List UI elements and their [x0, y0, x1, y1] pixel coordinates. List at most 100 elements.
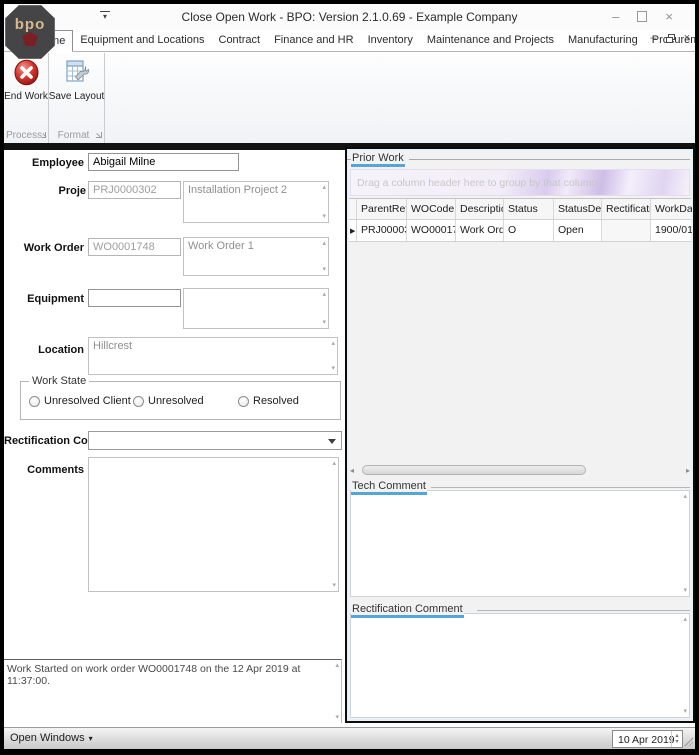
scroll-up-icon[interactable]: ▴: [322, 184, 326, 191]
employee-label: Employee: [32, 157, 84, 169]
col-workdate[interactable]: WorkDate: [651, 199, 692, 219]
tab-finance-and-hr[interactable]: Finance and HR: [267, 30, 361, 52]
scroll-down-icon[interactable]: ▾: [332, 582, 336, 589]
comments-textarea[interactable]: ▴ ▾: [88, 457, 339, 592]
process-dialog-launcher-icon[interactable]: [42, 132, 46, 138]
end-work-button[interactable]: End Work: [4, 59, 48, 102]
mdi-close-button[interactable]: ×: [684, 33, 690, 44]
scroll-up-icon[interactable]: ▴: [322, 240, 326, 247]
col-wocode[interactable]: WOCode: [407, 199, 456, 219]
date-spinner: ▴ ▾: [671, 731, 682, 747]
scroll-down-icon[interactable]: ▾: [322, 319, 326, 326]
work-order-label: Work Order: [23, 242, 84, 254]
close-button[interactable]: ×: [665, 10, 673, 23]
logo-emblem: [22, 32, 38, 46]
scroll-down-icon[interactable]: ▾: [322, 213, 326, 220]
project-code-input[interactable]: PRJ0000302: [88, 181, 181, 199]
radio-unresolved-client[interactable]: Unresolved Client: [29, 395, 131, 407]
col-status[interactable]: Status: [504, 199, 554, 219]
work-state-label: Work State: [29, 375, 90, 387]
mdi-restore-button[interactable]: [665, 34, 675, 43]
scroll-down-icon[interactable]: ▾: [331, 365, 335, 372]
scroll-up-icon[interactable]: ▴: [683, 493, 687, 500]
grid-group-by-bar[interactable]: Drag a column header here to group by th…: [350, 169, 690, 196]
radio-label: Unresolved: [148, 395, 204, 407]
date-field[interactable]: 10 Apr 2019 ▴ ▾: [612, 730, 683, 748]
cell-status: O: [504, 220, 554, 241]
location-box[interactable]: Hillcrest ▴ ▾: [88, 337, 338, 375]
logo-text: bpo: [14, 16, 46, 33]
work-order-description-box[interactable]: Work Order 1 ▴ ▾: [183, 237, 329, 276]
tab-manufacturing[interactable]: Manufacturing: [561, 30, 645, 52]
mdi-minimize-button[interactable]: –: [650, 33, 656, 44]
ribbon-group-process: End Work Process: [4, 53, 49, 143]
status-bar: Open Windows ▾ 10 Apr 2019 ▴ ▾: [4, 727, 695, 749]
work-started-message-box: Work Started on work order WO0001748 on …: [4, 659, 342, 723]
ribbon-tab-row: Home Equipment and Locations Contract Fi…: [4, 30, 695, 52]
work-order-code-input[interactable]: WO0001748: [88, 238, 181, 256]
window-controls: – ×: [612, 10, 673, 23]
resize-grip[interactable]: [683, 736, 693, 746]
row-marker-icon: ▶: [350, 228, 356, 235]
tab-contract[interactable]: Contract: [212, 30, 268, 52]
save-layout-button[interactable]: Save Layout: [49, 59, 104, 102]
scroll-left-icon[interactable]: ◂: [350, 466, 354, 475]
screenshot-frame: bpo ▾ Close Open Work - BPO: Version 2.1…: [0, 0, 699, 755]
grid-horizontal-scrollbar[interactable]: ◂ ▸: [350, 464, 690, 477]
scroll-up-icon[interactable]: ▴: [683, 616, 687, 623]
location-label: Location: [38, 344, 84, 356]
col-description[interactable]: Description: [456, 199, 504, 219]
prior-work-grid: ParentRef WOCode Description Status Stat…: [349, 198, 692, 242]
scroll-down-icon[interactable]: ▾: [322, 266, 326, 273]
project-description-box[interactable]: Installation Project 2 ▴ ▾: [183, 181, 329, 223]
tech-comment-label: Tech Comment: [351, 480, 427, 495]
col-statusdesc[interactable]: StatusDesc: [554, 199, 602, 219]
scroll-up-icon[interactable]: ▴: [331, 340, 335, 347]
radio-resolved[interactable]: Resolved: [238, 395, 299, 407]
maximize-button[interactable]: [637, 11, 648, 22]
col-parentref[interactable]: ParentRef: [357, 199, 407, 219]
rectification-code-dropdown[interactable]: [88, 431, 342, 450]
equipment-input[interactable]: [88, 289, 181, 307]
chevron-down-icon: [328, 439, 336, 444]
cell-parentref: PRJ0000302: [357, 220, 407, 241]
spinner-down-icon[interactable]: ▾: [675, 739, 678, 745]
scroll-down-icon[interactable]: ▾: [335, 714, 339, 721]
format-dialog-launcher-icon[interactable]: [96, 132, 102, 138]
scroll-up-icon[interactable]: ▴: [322, 291, 326, 298]
window-title: Close Open Work - BPO: Version 2.1.0.69 …: [181, 10, 518, 24]
scroll-up-icon[interactable]: ▴: [332, 460, 336, 467]
grid-data-row[interactable]: ▶ PRJ0000302 WO0001748 Work Orde... O Op…: [349, 220, 692, 242]
group-by-hint: Drag a column header here to group by th…: [357, 177, 598, 189]
date-value: 10 Apr 2019: [618, 734, 675, 746]
scrollbar-thumb[interactable]: [362, 465, 586, 475]
open-windows-dropdown[interactable]: Open Windows ▾: [10, 732, 93, 744]
format-group-label: Format: [57, 129, 90, 141]
tech-comment-textarea[interactable]: ▴ ▾: [350, 490, 690, 597]
cell-rectification: [602, 220, 651, 241]
employee-input[interactable]: Abigail Milne: [88, 153, 239, 171]
scroll-down-icon[interactable]: ▾: [683, 708, 687, 715]
col-rectification[interactable]: Rectificatio...: [602, 199, 651, 219]
equipment-description-box[interactable]: ▴ ▾: [183, 288, 329, 329]
radio-label: Resolved: [253, 395, 299, 407]
radio-icon: [29, 395, 40, 407]
tab-equipment-and-locations[interactable]: Equipment and Locations: [73, 30, 211, 52]
scroll-up-icon[interactable]: ▴: [335, 662, 339, 669]
equipment-label: Equipment: [27, 293, 84, 305]
radio-icon: [238, 395, 249, 407]
chevron-down-icon: ▾: [88, 733, 93, 743]
radio-unresolved[interactable]: Unresolved: [133, 395, 204, 407]
work-order-description-text: Work Order 1: [188, 240, 254, 252]
scroll-right-icon[interactable]: ▸: [686, 466, 690, 475]
title-bar: bpo ▾ Close Open Work - BPO: Version 2.1…: [4, 4, 695, 59]
tab-maintenance-and-projects[interactable]: Maintenance and Projects: [420, 30, 561, 52]
rectification-code-label: Rectification Code: [4, 435, 101, 447]
ribbon-group-format: Save Layout Format: [49, 53, 105, 143]
prior-work-panel: Prior Work Drag a column header here to …: [345, 147, 695, 723]
groupbox-line: [477, 610, 690, 611]
rectification-comment-textarea[interactable]: ▴ ▾: [350, 613, 690, 718]
minimize-button[interactable]: –: [612, 10, 619, 23]
scroll-down-icon[interactable]: ▾: [683, 587, 687, 594]
tab-inventory[interactable]: Inventory: [361, 30, 420, 52]
